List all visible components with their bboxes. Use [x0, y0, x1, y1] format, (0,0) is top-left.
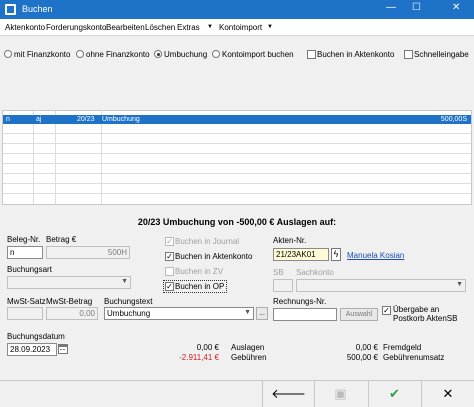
maximize-button[interactable]: ☐ [412, 2, 421, 13]
menu-forderungskonto[interactable]: Forderungskonto [46, 23, 106, 32]
window-title: Buchen [22, 4, 53, 14]
menu-kontoimport[interactable]: Kontoimport [219, 23, 262, 32]
buchungstext-value: Umbuchung [107, 309, 151, 318]
chevron-down-icon: ▼ [456, 281, 463, 288]
auslagen-label: Auslagen [231, 343, 265, 352]
table-row-empty[interactable] [3, 145, 471, 154]
radio-umbuchung[interactable] [154, 50, 162, 58]
buchungstext-label: Buchungstext [104, 297, 153, 306]
title-bar: Buchen — ☐ ✕ [0, 0, 474, 19]
booking-heading: 20/23 Umbuchung von -500,00 € Auslagen a… [137, 217, 337, 227]
buchungsart-label: Buchungsart [7, 265, 52, 274]
booking-table: n aj 20/23 Umbuchung 500,00S [2, 110, 472, 205]
checkbox-buchen-aktenkonto[interactable] [165, 252, 174, 261]
table-cell: 20/23 [77, 116, 95, 123]
ok-check-icon[interactable]: ✔ [368, 381, 420, 407]
fremdgeld-value: 0,00 € [355, 343, 378, 352]
close-button[interactable]: ✕ [452, 2, 460, 13]
menu-bearbeiten[interactable]: Bearbeiten [106, 23, 145, 32]
checkbox-buchen-zv[interactable] [165, 267, 174, 276]
menu-loeschen[interactable]: Löschen [145, 23, 175, 32]
sb-label: SB [273, 268, 284, 277]
sachkonto-label: Sachkonto [296, 268, 334, 277]
fremdgeld-label: Fremdgeld [383, 343, 422, 352]
akten-nr-label: Akten-Nr. [273, 236, 307, 245]
table-cell: n [6, 116, 10, 123]
checkbox-uebergabe-postkorb[interactable] [382, 306, 391, 315]
table-row-empty[interactable] [3, 185, 471, 194]
chevron-down-icon[interactable]: ▼ [267, 24, 273, 30]
chevron-down-icon[interactable]: ▼ [207, 24, 213, 30]
menu-aktenkonto[interactable]: Aktenkonto [5, 23, 45, 32]
betrag-field[interactable]: 500H [46, 246, 130, 259]
save-icon[interactable]: ▣ [314, 381, 366, 407]
sachkonto-select[interactable]: ▼ [296, 279, 466, 292]
booking-mode-bar: mit Finanzkonto ohne Finanzkonto Umbuchu… [0, 45, 474, 63]
checkbox-schnelleingabe[interactable] [404, 50, 413, 59]
buchungsdatum-field[interactable]: 28.09.2023 [7, 343, 57, 356]
checkbox-buchen-journal-label: Buchen in Journal [175, 237, 240, 246]
calendar-icon[interactable] [58, 344, 68, 354]
buchungsdatum-label: Buchungsdatum [7, 332, 65, 341]
radio-ohne-finanzkonto-label: ohne Finanzkonto [86, 50, 150, 59]
checkbox-buchen-aktenkonto-top[interactable] [307, 50, 316, 59]
app-icon [5, 4, 16, 15]
chevron-down-icon: ▼ [121, 278, 128, 285]
table-row[interactable]: n aj 20/23 Umbuchung 500,00S [3, 115, 471, 124]
beleg-nr-label: Beleg-Nr. [7, 235, 41, 244]
sb-field[interactable] [273, 279, 293, 292]
uebergabe-label-2: Postkorb AktenSB [393, 314, 458, 323]
back-arrow-icon[interactable]: 🡐 [262, 381, 314, 407]
footer-bar: 🡐 ▣ ✔ ✕ [0, 380, 474, 407]
akten-person-link[interactable]: Manuela Kosian [347, 251, 404, 260]
gebuehrenumsatz-label: Gebührenumsatz [383, 353, 445, 362]
mwst-betrag-field[interactable]: 0,00 [46, 307, 98, 320]
checkbox-buchen-aktenkonto-top-label: Buchen in Aktenkonto [317, 50, 395, 59]
menu-extras[interactable]: Extras [177, 23, 200, 32]
radio-kontoimport-label: Kontoimport buchen [222, 50, 294, 59]
auswahl-button[interactable]: Auswahl [340, 308, 378, 321]
table-row-empty[interactable] [3, 125, 471, 134]
betrag-label: Betrag € [46, 235, 77, 244]
radio-kontoimport[interactable] [212, 50, 220, 58]
minimize-button[interactable]: — [386, 2, 396, 13]
radio-mit-finanzkonto[interactable] [4, 50, 12, 58]
table-cell: 500,00S [440, 116, 467, 123]
beleg-nr-field[interactable]: n [7, 246, 43, 259]
rechnungs-nr-field[interactable] [273, 308, 337, 321]
checkbox-buchen-op[interactable] [165, 282, 174, 291]
lightning-icon[interactable]: ϟ [331, 248, 341, 261]
table-row-empty[interactable] [3, 175, 471, 184]
buchungstext-select[interactable]: Umbuchung ▼ [104, 307, 254, 320]
radio-mit-finanzkonto-label: mit Finanzkonto [14, 50, 71, 59]
mwst-satz-label: MwSt-Satz [7, 297, 46, 306]
gebuehren-label: Gebühren [231, 353, 267, 362]
table-row-empty[interactable] [3, 135, 471, 144]
table-row-empty[interactable] [3, 155, 471, 164]
mwst-satz-field[interactable] [7, 307, 43, 320]
gebuehrenumsatz-value: 500,00 € [346, 353, 378, 362]
checkbox-buchen-journal[interactable] [165, 237, 174, 246]
gebuehren-value: -2.911,41 € [179, 353, 219, 362]
table-cell: aj [36, 116, 42, 123]
menu-bar: Aktenkonto Forderungskonto Bearbeiten Lö… [0, 19, 474, 36]
checkbox-schnelleingabe-label: Schnelleingabe [414, 50, 469, 59]
mwst-betrag-label: MwSt-Betrag [46, 297, 93, 306]
table-cell: Umbuchung [102, 116, 140, 123]
auslagen-value: 0,00 € [196, 343, 219, 352]
checkbox-buchen-zv-label: Buchen in ZV [175, 267, 224, 276]
radio-umbuchung-label: Umbuchung [164, 50, 208, 59]
rechnungs-nr-label: Rechnungs-Nr. [273, 297, 327, 306]
buchungsart-select[interactable]: ▼ [7, 276, 131, 289]
radio-ohne-finanzkonto[interactable] [76, 50, 84, 58]
cancel-x-icon[interactable]: ✕ [421, 381, 474, 407]
table-row-empty[interactable] [3, 165, 471, 174]
akten-nr-field[interactable]: 21/23AK01 [273, 248, 329, 261]
checkbox-buchen-op-label: Buchen in OP [175, 282, 225, 291]
checkbox-buchen-aktenkonto-label: Buchen in Aktenkonto [175, 252, 253, 261]
chevron-down-icon: ▼ [244, 309, 251, 316]
buchungstext-more-button[interactable]: ... [256, 307, 268, 320]
uebergabe-label-1: Übergabe an [393, 305, 440, 314]
